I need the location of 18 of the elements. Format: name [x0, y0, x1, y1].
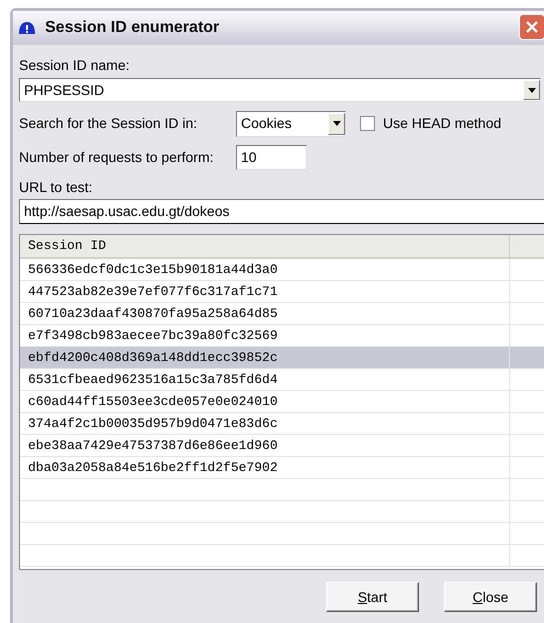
field-label: Number of requests to perform:	[19, 148, 215, 167]
search-in-dropdown[interactable]: Cookies	[236, 110, 346, 136]
dialog-button[interactable]: Close	[444, 582, 537, 612]
field-label: URL to test:	[19, 179, 94, 195]
url-field[interactable]: http://saesap.usac.edu.gt/dokeos	[19, 199, 544, 224]
window-title: Session ID enumerator	[45, 18, 220, 38]
caret-icon	[528, 88, 536, 92]
field-label: Session ID name:	[19, 57, 130, 73]
close-icon	[525, 20, 539, 34]
close-button[interactable]	[519, 14, 544, 40]
requests-field[interactable]: 10	[236, 145, 307, 170]
session-name-dropdown[interactable]: PHPSESSID	[19, 78, 541, 102]
app-icon	[17, 20, 37, 36]
use-head-checkbox[interactable]	[360, 116, 375, 131]
checkbox-label: Use HEAD method	[383, 114, 502, 133]
field-label: Search for the Session ID in:	[19, 114, 198, 133]
caret-icon	[332, 121, 340, 126]
dialog-button[interactable]: Start	[326, 582, 419, 612]
